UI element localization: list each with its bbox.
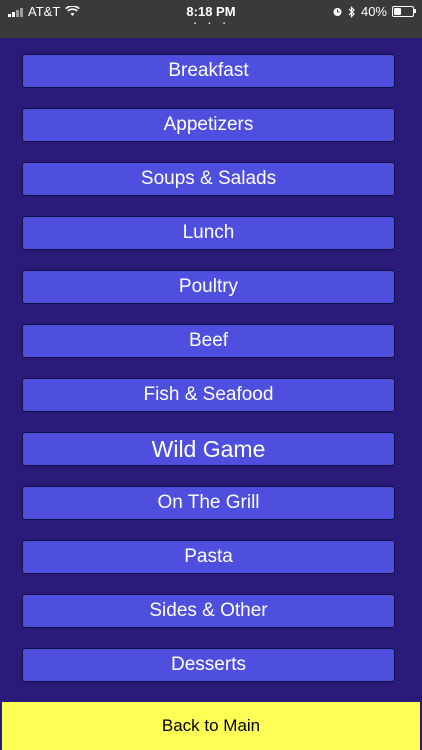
menu-list: Breakfast Appetizers Soups & Salads Lunc… bbox=[22, 54, 395, 702]
obscured-title: · · · bbox=[192, 14, 230, 30]
menu-button-desserts[interactable]: Desserts bbox=[22, 648, 395, 682]
menu-button-fish-seafood[interactable]: Fish & Seafood bbox=[22, 378, 395, 412]
menu-button-appetizers[interactable]: Appetizers bbox=[22, 108, 395, 142]
menu-button-lunch[interactable]: Lunch bbox=[22, 216, 395, 250]
menu-button-soups-salads[interactable]: Soups & Salads bbox=[22, 162, 395, 196]
menu-button-sides-other[interactable]: Sides & Other bbox=[22, 594, 395, 628]
menu-button-on-the-grill[interactable]: On The Grill bbox=[22, 486, 395, 520]
menu-button-beef[interactable]: Beef bbox=[22, 324, 395, 358]
menu-button-breakfast[interactable]: Breakfast bbox=[22, 54, 395, 88]
menu-button-poultry[interactable]: Poultry bbox=[22, 270, 395, 304]
menu-button-wild-game[interactable]: Wild Game bbox=[22, 432, 395, 466]
back-to-main-button[interactable]: Back to Main bbox=[2, 702, 420, 750]
menu-button-pasta[interactable]: Pasta bbox=[22, 540, 395, 574]
